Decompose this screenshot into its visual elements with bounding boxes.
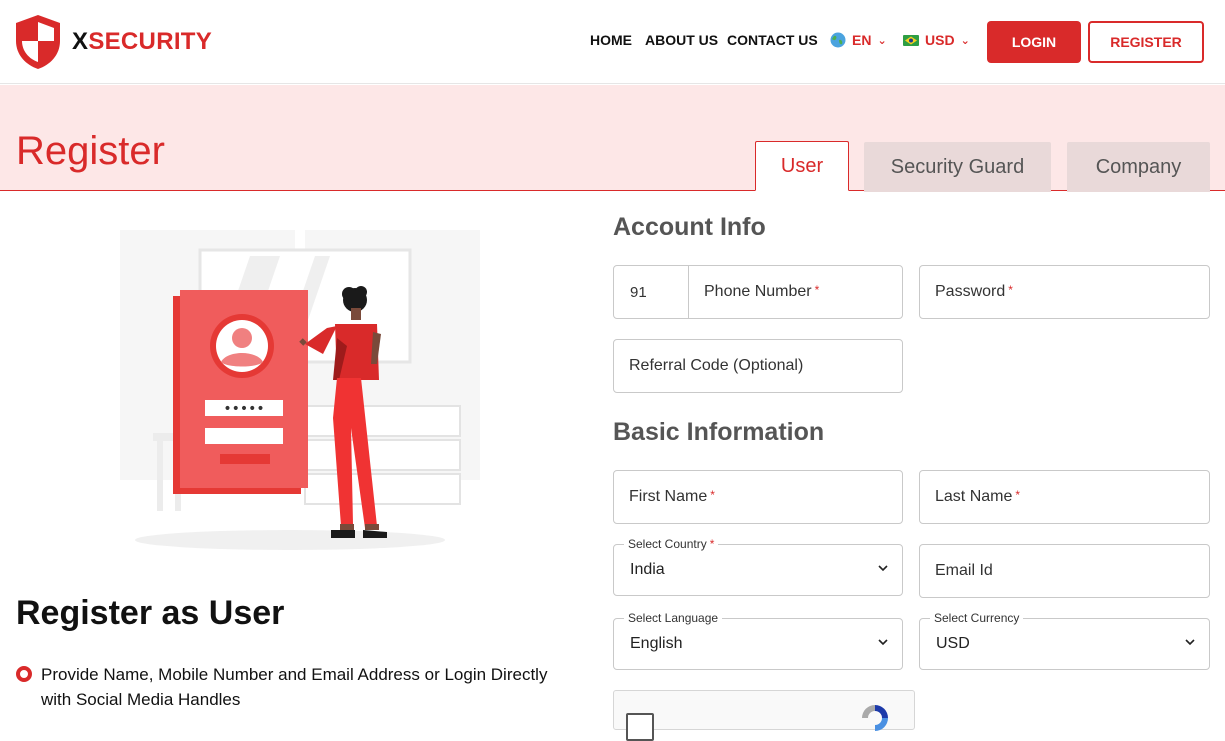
referral-code-field[interactable]: Referral Code (Optional) [613, 339, 903, 393]
first-name-label: First Name [629, 488, 708, 505]
nav-about-link[interactable]: ABOUT US [645, 32, 718, 48]
email-label: Email Id [935, 562, 993, 579]
logo[interactable]: XSECURITY [14, 13, 212, 71]
bullet-text: Provide Name, Mobile Number and Email Ad… [41, 665, 548, 709]
phone-field[interactable]: 91 Phone Number * [613, 265, 903, 319]
flag-icon [903, 34, 919, 46]
currency-label: Select Currency [930, 611, 1024, 625]
referral-label: Referral Code (Optional) [629, 357, 804, 374]
phone-label: Phone Number [704, 283, 812, 300]
basic-info-title: Basic Information [613, 418, 825, 446]
password-label: Password [935, 283, 1006, 300]
required-mark: * [814, 283, 820, 297]
page-banner: Register User Security Guard Company [0, 85, 1225, 192]
chevron-down-icon: ⌄ [960, 34, 970, 47]
tab-company[interactable]: Company [1067, 142, 1210, 192]
currency-select-value: USD [936, 635, 970, 652]
language-select[interactable]: Select Language English [613, 611, 903, 670]
last-name-field[interactable]: Last Name * [919, 470, 1210, 524]
currency-value: USD [925, 32, 955, 48]
country-select[interactable]: Select Country * India [613, 537, 903, 596]
shield-logo-icon [16, 15, 60, 69]
required-mark: * [710, 488, 715, 502]
phone-code-input[interactable]: 91 [614, 266, 689, 318]
currency-select[interactable]: Select Currency USD [919, 611, 1210, 670]
first-name-field[interactable]: First Name * [613, 470, 903, 524]
site-header: XSECURITY HOME ABOUT US CONTACT US EN ⌄ … [0, 0, 1225, 84]
required-mark: * [1015, 488, 1021, 502]
bullet-icon [16, 666, 32, 682]
required-mark: * [1008, 283, 1013, 297]
recaptcha-checkbox[interactable] [626, 713, 654, 741]
chevron-down-icon [878, 565, 888, 572]
email-field[interactable]: Email Id [919, 544, 1210, 598]
language-label: Select Language [624, 611, 723, 625]
last-name-label: Last Name [935, 488, 1013, 505]
account-info-title: Account Info [613, 213, 766, 241]
globe-icon [830, 32, 846, 48]
recaptcha-icon [862, 705, 888, 731]
language-selector[interactable]: EN ⌄ [830, 32, 887, 48]
language-value: English [630, 635, 683, 652]
language-value: EN [852, 32, 872, 48]
tab-security-guard[interactable]: Security Guard [864, 142, 1051, 192]
nav-home-link[interactable]: HOME [590, 32, 632, 48]
svg-text:•••••: ••••• [223, 401, 264, 417]
currency-selector[interactable]: USD ⌄ [903, 32, 970, 48]
chevron-down-icon: ⌄ [877, 34, 887, 47]
register-illustration: ••••• [120, 230, 480, 550]
nav-contact-link[interactable]: CONTACT US [727, 32, 818, 48]
chevron-down-icon [878, 639, 888, 646]
tab-user[interactable]: User [755, 141, 849, 191]
country-value: India [630, 561, 665, 578]
login-button[interactable]: LOGIN [987, 21, 1081, 63]
register-as-heading: Register as User [16, 594, 285, 632]
chevron-down-icon [1185, 639, 1195, 646]
recaptcha-widget [613, 690, 915, 741]
page-title: Register [16, 129, 165, 173]
register-button[interactable]: REGISTER [1088, 21, 1204, 63]
country-label: Select Country * [624, 537, 719, 551]
logo-text: XSECURITY [72, 28, 213, 55]
password-field[interactable]: Password * [919, 265, 1210, 319]
list-item: Provide Name, Mobile Number and Email Ad… [16, 662, 576, 712]
